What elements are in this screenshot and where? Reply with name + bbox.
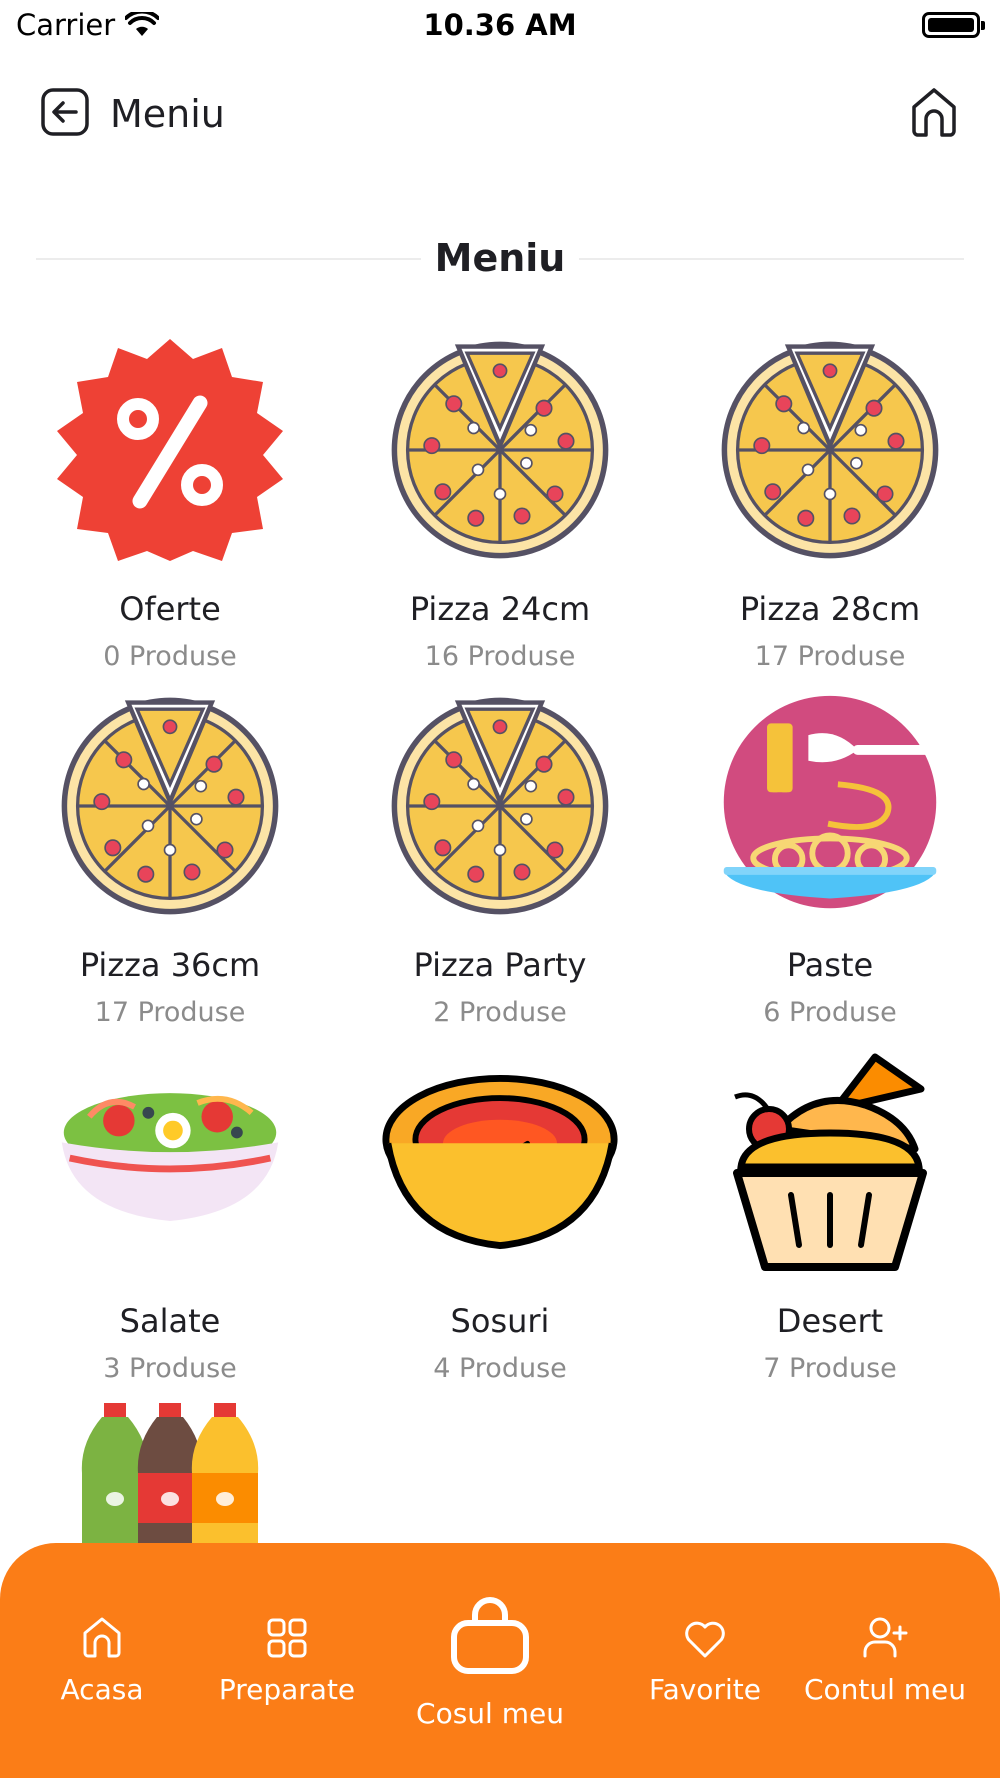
category-card[interactable]: Desert 7 Produse [660,1047,960,1387]
pasta-icon [723,695,948,909]
category-name: Pizza 24cm [409,590,591,628]
category-name: Paste [786,946,874,984]
dessert-icon [733,1053,927,1271]
category-count: 6 Produse [763,997,897,1028]
category-card[interactable]: Paste 6 Produse [660,691,960,1031]
pizza-icon [390,696,610,916]
category-count: 7 Produse [763,1353,897,1384]
category-image [50,691,290,921]
top-bar: Meniu [0,80,1000,150]
pizza-icon [60,696,280,916]
nav-label: Preparate [218,1673,356,1706]
bottles-icon [81,1403,259,1543]
category-card[interactable]: Pizza 28cm 17 Produse [660,335,960,675]
home-icon [83,1617,121,1658]
category-card[interactable]: Pizza Party 2 Produse [330,691,630,1031]
arrow-left-square-icon [41,88,89,136]
category-card[interactable]: Pizza 24cm 16 Produse [330,335,630,675]
category-image [710,691,950,921]
shopping-bag-icon [451,1597,529,1674]
back-button[interactable] [40,87,90,137]
category-image [380,691,620,921]
category-name: Pizza 28cm [739,590,921,628]
category-card[interactable]: Sosuri 4 Produse [330,1047,630,1387]
category-name: Salate [119,1302,221,1340]
category-image [50,335,290,565]
category-name: Sosuri [450,1302,550,1340]
category-count: 16 Produse [424,641,576,672]
category-name: Pizza 36cm [79,946,261,984]
category-count: 2 Produse [433,997,567,1028]
nav-item-cosul-meu[interactable]: Cosul meu [410,1543,570,1778]
category-card[interactable]: Salate 3 Produse [0,1047,300,1387]
page-title: Meniu [110,92,225,136]
category-count: 4 Produse [433,1353,567,1384]
pizza-icon [390,340,610,560]
divider [579,258,964,260]
category-image [710,335,950,565]
category-count: 17 Produse [94,997,246,1028]
nav-label: Acasa [60,1673,144,1706]
pizza-icon [720,340,940,560]
section-header: Meniu [36,232,964,284]
nav-item-contul-meu[interactable]: Contul meu [800,1543,970,1778]
heart-icon [685,1621,725,1658]
category-image [380,335,620,565]
salad-icon [61,1093,279,1222]
nav-item-preparate[interactable]: Preparate [212,1543,362,1778]
status-bar: Carrier 10.36 AM [0,0,1000,50]
category-card[interactable]: Pizza 36cm 17 Produse [0,691,300,1031]
category-image [50,1047,290,1277]
nav-label: Favorite [649,1673,761,1706]
category-count: 0 Produse [103,641,237,672]
home-icon [912,88,956,137]
nav-label: Contul meu [803,1673,967,1706]
sauce-bowl-icon [382,1074,618,1250]
grid-icon [267,1618,307,1658]
user-add-icon [863,1617,908,1658]
category-name: Pizza Party [413,946,587,984]
category-name: Desert [776,1302,884,1340]
category-count: 17 Produse [754,641,906,672]
nav-item-favorite[interactable]: Favorite [635,1543,775,1778]
home-button[interactable] [908,85,960,139]
discount-badge-icon [57,339,283,561]
bottom-navigation: Acasa Preparate Cosul meu Favorite Contu… [0,1543,1000,1778]
battery-icon [922,12,985,38]
clock: 10.36 AM [423,8,577,42]
category-name: Oferte [119,590,221,628]
category-count: 3 Produse [103,1353,237,1384]
nav-label: Cosul meu [416,1697,564,1730]
category-image [380,1047,620,1277]
category-card[interactable]: Oferte 0 Produse [0,335,300,675]
nav-item-acasa[interactable]: Acasa [42,1543,162,1778]
category-image [710,1047,950,1277]
